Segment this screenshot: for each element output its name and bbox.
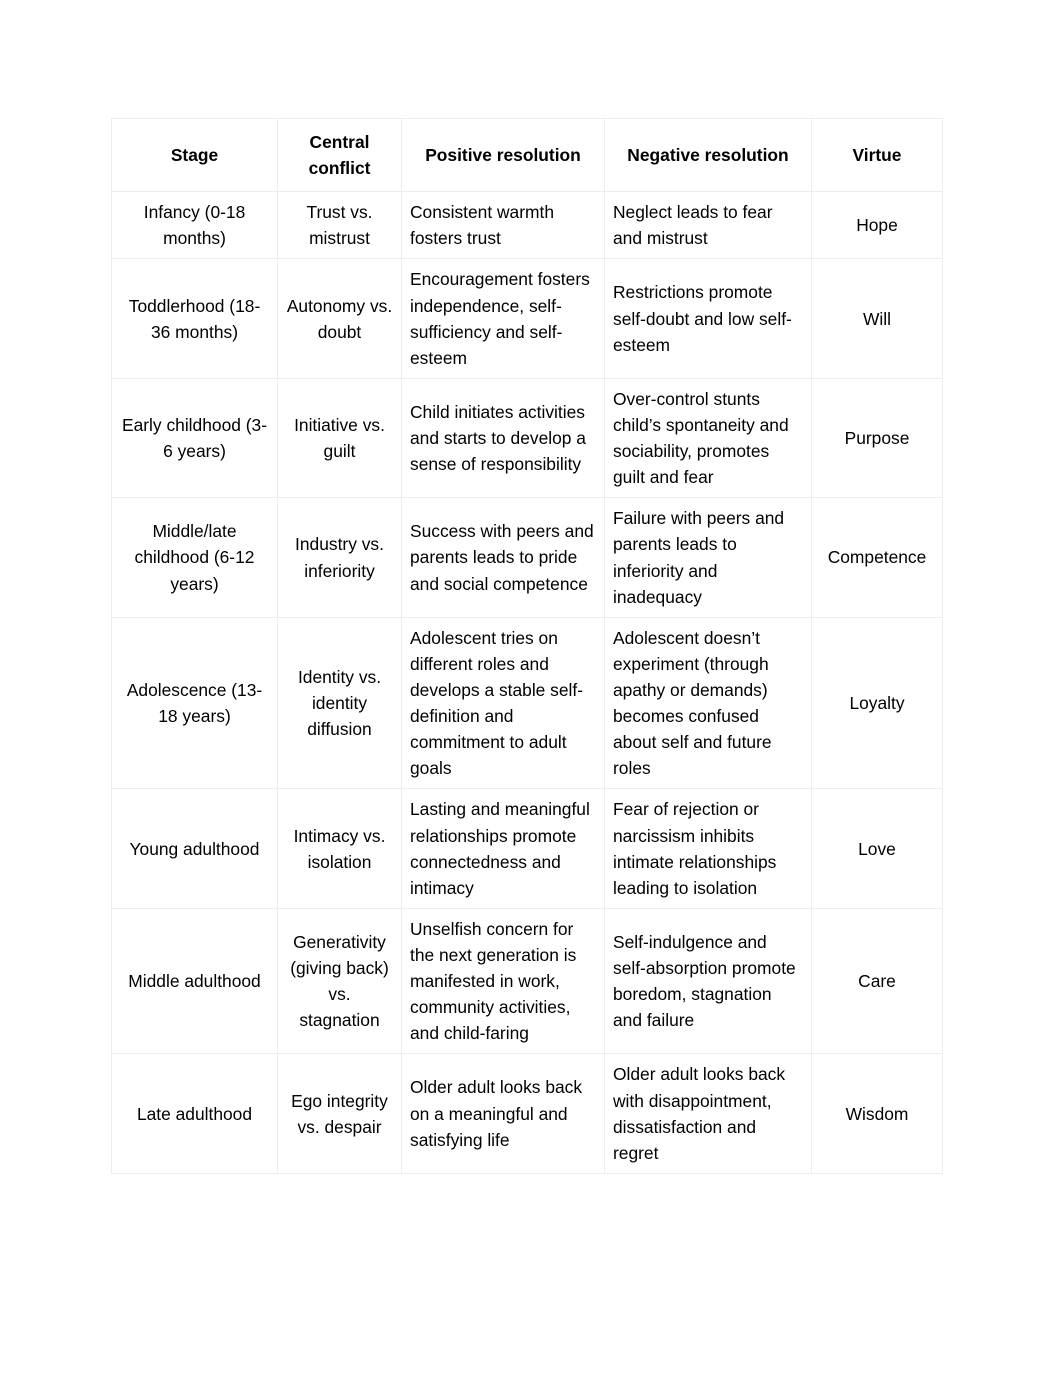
column-header-negative-resolution: Negative resolution — [604, 117, 812, 193]
table-row: Young adulthood Intimacy vs. isolation L… — [111, 788, 943, 909]
cell-stage: Late adulthood — [111, 1053, 278, 1174]
cell-central-conflict: Intimacy vs. isolation — [277, 788, 402, 909]
cell-stage: Early childhood (3-6 years) — [111, 377, 278, 499]
table-row: Infancy (0-18 months) Trust vs. mistrust… — [111, 191, 943, 260]
cell-positive-resolution: Consistent warmth fosters trust — [401, 191, 605, 260]
cell-central-conflict: Identity vs. identity diffusion — [277, 616, 402, 790]
cell-central-conflict: Initiative vs. guilt — [277, 377, 402, 499]
cell-stage: Toddlerhood (18-36 months) — [111, 258, 278, 379]
cell-virtue: Will — [811, 258, 943, 379]
cell-negative-resolution: Neglect leads to fear and mistrust — [604, 191, 812, 260]
cell-negative-resolution: Older adult looks back with disappointme… — [604, 1053, 812, 1174]
cell-central-conflict: Autonomy vs. doubt — [277, 258, 402, 379]
cell-virtue: Hope — [811, 191, 943, 260]
cell-stage: Infancy (0-18 months) — [111, 191, 278, 260]
table-row: Early childhood (3-6 years) Initiative v… — [111, 377, 943, 499]
cell-virtue: Wisdom — [811, 1053, 943, 1174]
table-header-row: Stage Central conflict Positive resoluti… — [111, 117, 943, 193]
cell-stage: Middle adulthood — [111, 907, 278, 1055]
cell-positive-resolution: Adolescent tries on different roles and … — [401, 616, 605, 790]
cell-negative-resolution: Fear of rejection or narcissism inhibits… — [604, 788, 812, 909]
erikson-stages-table: Stage Central conflict Positive resoluti… — [111, 117, 943, 1174]
cell-negative-resolution: Adolescent doesn’t experiment (through a… — [604, 616, 812, 790]
cell-stage: Young adulthood — [111, 788, 278, 909]
cell-stage: Adolescence (13-18 years) — [111, 616, 278, 790]
table-row: Middle adulthood Generativity (giving ba… — [111, 907, 943, 1055]
cell-central-conflict: Industry vs. inferiority — [277, 497, 402, 618]
cell-stage: Middle/late childhood (6-12 years) — [111, 497, 278, 618]
column-header-virtue: Virtue — [811, 117, 943, 193]
table-row: Middle/late childhood (6-12 years) Indus… — [111, 497, 943, 618]
table-row: Toddlerhood (18-36 months) Autonomy vs. … — [111, 258, 943, 379]
cell-positive-resolution: Encouragement fosters independence, self… — [401, 258, 605, 379]
cell-negative-resolution: Restrictions promote self-doubt and low … — [604, 258, 812, 379]
column-header-stage: Stage — [111, 117, 278, 193]
cell-negative-resolution: Failure with peers and parents leads to … — [604, 497, 812, 618]
cell-virtue: Purpose — [811, 377, 943, 499]
table-header: Stage Central conflict Positive resoluti… — [111, 117, 943, 193]
column-header-positive-resolution: Positive resolution — [401, 117, 605, 193]
table-body: Infancy (0-18 months) Trust vs. mistrust… — [111, 191, 943, 1174]
cell-central-conflict: Trust vs. mistrust — [277, 191, 402, 260]
column-header-central-conflict: Central conflict — [277, 117, 402, 193]
document-page: Stage Central conflict Positive resoluti… — [0, 0, 1062, 1377]
cell-central-conflict: Ego integrity vs. despair — [277, 1053, 402, 1174]
cell-virtue: Care — [811, 907, 943, 1055]
cell-positive-resolution: Child initiates activities and starts to… — [401, 377, 605, 499]
cell-negative-resolution: Over-control stunts child’s spontaneity … — [604, 377, 812, 499]
cell-virtue: Loyalty — [811, 616, 943, 790]
cell-positive-resolution: Unselfish concern for the next generatio… — [401, 907, 605, 1055]
cell-positive-resolution: Lasting and meaningful relationships pro… — [401, 788, 605, 909]
cell-negative-resolution: Self-indulgence and self-absorption prom… — [604, 907, 812, 1055]
cell-central-conflict: Generativity (giving back) vs. stagnatio… — [277, 907, 402, 1055]
cell-virtue: Competence — [811, 497, 943, 618]
table-row: Late adulthood Ego integrity vs. despair… — [111, 1053, 943, 1174]
erikson-stages-table-container: Stage Central conflict Positive resoluti… — [111, 117, 943, 1174]
cell-positive-resolution: Success with peers and parents leads to … — [401, 497, 605, 618]
cell-positive-resolution: Older adult looks back on a meaningful a… — [401, 1053, 605, 1174]
cell-virtue: Love — [811, 788, 943, 909]
table-row: Adolescence (13-18 years) Identity vs. i… — [111, 616, 943, 790]
